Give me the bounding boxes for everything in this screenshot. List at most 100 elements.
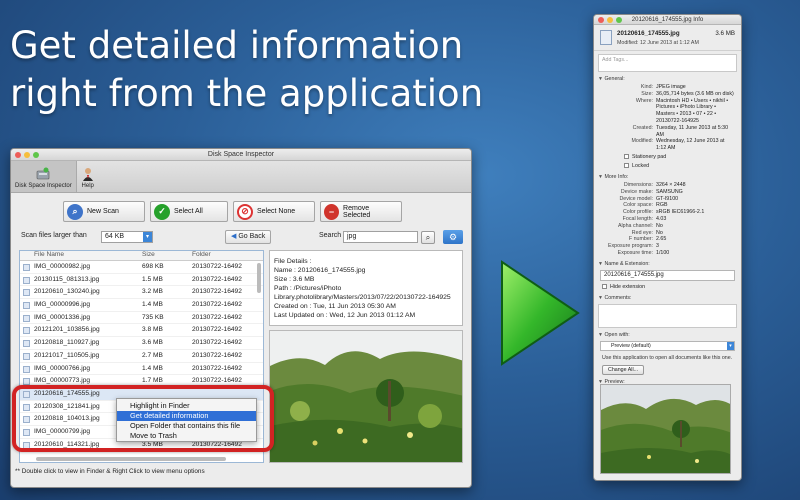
info-value: Wednesday, 12 June 2013 at 1:12 AM	[656, 138, 725, 152]
info-row: Device make: SAMSUNG	[594, 189, 741, 196]
name-field[interactable]: 20120616_174555.jpg	[600, 269, 735, 281]
menu-item-highlight-in-finder[interactable]: Highlight in Finder	[117, 401, 256, 411]
close-info-button[interactable]	[598, 17, 604, 23]
cell-size: 698 KB	[142, 263, 164, 270]
minimize-info-button[interactable]	[607, 17, 613, 23]
scan-size-select[interactable]: 64 KB ▾	[101, 231, 153, 243]
toolbar-disk-inspector-label: Disk Space Inspector	[15, 183, 72, 189]
name-extension-section-header[interactable]: ▼ Name & Extension:	[594, 261, 741, 267]
table-row[interactable]: IMG_00000996.jpg 1.4 MB 20130722-16492	[20, 299, 263, 312]
search-icon: ⌕	[67, 203, 83, 220]
select-all-button[interactable]: ✓ Select All	[150, 201, 228, 222]
chevron-down-icon: ▾	[727, 341, 734, 350]
details-created: Created on : Tue, 11 Jun 2013 05:30 AM	[274, 303, 396, 310]
cell-folder: 20130722-16492	[192, 339, 242, 347]
tags-field[interactable]: Add Tags...	[598, 54, 737, 72]
locked-checkbox[interactable]: Locked	[594, 163, 741, 170]
disclosure-triangle-icon: ▼	[598, 76, 603, 82]
info-row: Focal length: 4.03	[594, 216, 741, 223]
search-icon: ⌕	[425, 233, 431, 242]
select-none-button[interactable]: ⊘ Select None	[233, 201, 315, 222]
cell-folder: 20130722-16492	[192, 275, 242, 283]
image-file-icon	[23, 289, 30, 297]
minimize-window-button[interactable]	[24, 152, 30, 158]
info-value: sRGB IEC61966-2.1	[656, 209, 705, 216]
menu-item-get-detailed-info[interactable]: Get detailed information	[117, 411, 256, 421]
details-heading: File Details :	[274, 258, 312, 265]
zoom-window-button[interactable]	[33, 152, 39, 158]
go-back-button[interactable]: ◀ Go Back	[225, 230, 272, 244]
toolbar-help-label: Help	[81, 183, 94, 189]
footnote: ** Double click to view in Finder & Righ…	[15, 468, 205, 475]
info-row: Size: 36,05,714 bytes (3.6 MB on disk)	[594, 91, 741, 98]
cell-size: 1.4 MB	[142, 301, 163, 309]
more-info: Dimensions: 3264 × 2448 Device make: SAMSUN…	[594, 182, 741, 257]
general-section-header[interactable]: ▼ General:	[594, 76, 741, 82]
table-row[interactable]: IMG_00000766.jpg 1.4 MB 20130722-16492	[20, 363, 263, 376]
menu-item-open-folder[interactable]: Open Folder that contains this file	[117, 421, 256, 431]
cell-file-name: 20120818_110927.jpg	[34, 339, 100, 347]
info-key: Color profile:	[622, 209, 653, 216]
headline: Get detailed information right from the …	[10, 22, 510, 118]
settings-button[interactable]: ⚙	[443, 230, 463, 244]
cell-size: 3.2 MB	[142, 288, 163, 296]
table-row[interactable]: 20121017_110505.jpg 2.7 MB 20130722-16492	[20, 350, 263, 363]
info-key: Modified:	[631, 138, 654, 145]
menu-item-move-to-trash[interactable]: Move to Trash	[117, 431, 256, 441]
open-with-select[interactable]: Preview (default) ▾	[600, 340, 735, 351]
cell-folder: 20130722-16492	[192, 288, 242, 296]
cell-folder: 20130722-16492	[192, 364, 242, 372]
new-scan-button[interactable]: ⌕ New Scan	[63, 201, 145, 222]
cell-folder: 20130722-16492	[192, 313, 242, 321]
cell-file-name: IMG_00000982.jpg	[34, 263, 91, 270]
info-modified: Modified: 12 June 2013 at 1:12 AM	[617, 40, 699, 46]
column-file-name[interactable]: File Name	[20, 251, 139, 260]
info-value: 1/100	[656, 249, 670, 256]
column-folder[interactable]: Folder	[189, 251, 259, 260]
stationery-checkbox[interactable]: Stationery pad	[594, 154, 741, 161]
action-bar: ⌕ New Scan ✓ Select All ⊘ Select None − …	[63, 201, 402, 222]
general-info: Kind: JPEG image Size: 36,05,714 bytes (3.6…	[594, 84, 741, 152]
comments-section-header[interactable]: ▼ Comments:	[594, 295, 741, 301]
cell-size: 2.7 MB	[142, 351, 163, 359]
table-row[interactable]: 20130115_081313.jpg 1.5 MB 20130722-16492	[20, 274, 263, 287]
table-row[interactable]: 20121201_103856.jpg 3.8 MB 20130722-16492	[20, 324, 263, 338]
open-with-section-header[interactable]: ▼ Open with:	[594, 332, 741, 338]
info-preview-image	[600, 384, 731, 474]
info-title: 20120616_174555.jpg Info	[631, 17, 704, 23]
info-row: Exposure program: 3	[594, 243, 741, 250]
file-icon	[600, 30, 612, 45]
zoom-info-button[interactable]	[616, 17, 622, 23]
info-key: Size:	[641, 90, 653, 97]
info-row: Kind: JPEG image	[594, 84, 741, 91]
toolbar-help[interactable]: Help	[77, 161, 99, 192]
info-value: Macintosh HD • Users • nikhil • Pictures…	[656, 97, 729, 124]
search-button[interactable]: ⌕	[421, 231, 435, 244]
table-row[interactable]: 20120818_110927.jpg 3.6 MB 20130722-16492	[20, 337, 263, 350]
cell-file-name: IMG_00000996.jpg	[34, 301, 91, 309]
info-key: Focal length:	[622, 215, 653, 222]
info-row: Exposure time: 1/100	[594, 250, 741, 257]
horizontal-scrollbar[interactable]	[36, 457, 226, 461]
image-file-icon	[23, 327, 30, 335]
remove-selected-button[interactable]: − Remove Selected	[320, 201, 402, 222]
info-key: F number:	[628, 236, 653, 243]
info-key: Created:	[632, 124, 653, 131]
image-file-icon	[23, 365, 30, 373]
comments-field[interactable]	[598, 303, 737, 328]
change-all-button[interactable]: Change All...	[602, 365, 645, 376]
hide-extension-checkbox[interactable]: Hide extension	[594, 284, 741, 291]
info-header: 20120616_174555.jpg 3.6 MB Modified: 12 …	[594, 25, 741, 51]
table-row[interactable]: IMG_00001336.jpg 735 KB 20130722-16492	[20, 312, 263, 325]
info-value: No	[656, 222, 663, 229]
search-input[interactable]: jpg	[343, 231, 418, 243]
cell-folder: 20130722-16492	[192, 351, 242, 359]
window-toolbar: Disk Space Inspector Help	[11, 161, 471, 193]
more-info-section-header[interactable]: ▼ More Info:	[594, 174, 741, 180]
column-size[interactable]: Size	[139, 251, 189, 260]
table-row[interactable]: IMG_00000982.jpg 698 KB 20130722-16492	[20, 261, 263, 274]
toolbar-disk-inspector[interactable]: Disk Space Inspector	[11, 161, 77, 192]
close-window-button[interactable]	[15, 152, 21, 158]
vertical-scrollbar[interactable]	[257, 263, 261, 293]
table-row[interactable]: 20120610_130240.jpg 3.2 MB 20130722-16492	[20, 286, 263, 300]
